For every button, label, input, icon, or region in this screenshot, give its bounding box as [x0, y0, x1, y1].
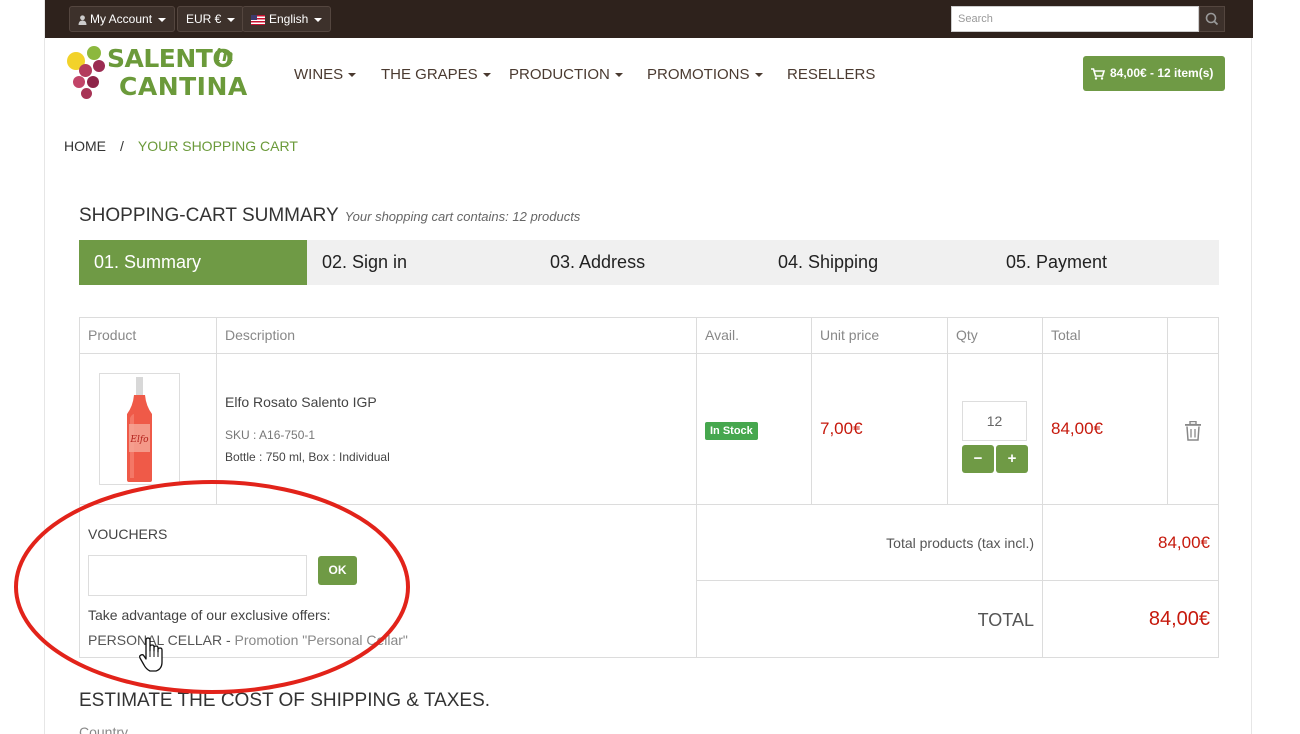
vouchers-heading: VOUCHERS [88, 526, 168, 542]
voucher-code-input[interactable] [88, 555, 307, 596]
column-header-description: Description [225, 327, 296, 343]
nav-item-resellers[interactable]: RESELLERS [787, 64, 875, 86]
cart-count-subtitle: Your shopping cart contains: 12 products [344, 209, 581, 224]
page-title-text: SHOPPING-CART SUMMARY [79, 205, 339, 226]
breadcrumb-home-link[interactable]: HOME [64, 138, 106, 154]
page-title: SHOPPING-CART SUMMARY Your shopping cart … [79, 205, 580, 227]
trash-icon[interactable] [1184, 421, 1202, 441]
product-sku: SKU : A16-750-1 [225, 428, 316, 442]
nav-label: PROMOTIONS [647, 66, 750, 83]
unit-price: 7,00€ [820, 419, 863, 438]
chevron-down-icon [158, 17, 167, 22]
logo-in: in [215, 46, 234, 66]
user-icon [78, 15, 87, 25]
grand-total-label: TOTAL [977, 610, 1034, 630]
offer-description: Promotion "Personal Cellar" [234, 632, 408, 648]
chevron-down-icon [482, 73, 491, 78]
column-header-product: Product [88, 327, 137, 343]
language-label: English [269, 12, 309, 26]
estimate-shipping-heading: ESTIMATE THE COST OF SHIPPING & TAXES. [79, 690, 491, 711]
cart-table: Product Description Avail. Unit price Qt… [79, 317, 1219, 658]
product-thumbnail[interactable]: Elfo [99, 373, 180, 485]
table-divider [696, 318, 697, 658]
step-address[interactable]: 03. Address [535, 240, 763, 285]
cart-summary-label: 84,00€ - 12 item(s) [1110, 66, 1214, 80]
total-products-value: 84,00€ [1158, 533, 1210, 552]
product-name-link[interactable]: Elfo Rosato Salento IGP [225, 394, 377, 410]
currency-label: EUR € [186, 12, 222, 26]
my-account-label: My Account [90, 12, 153, 26]
quantity-increase-button[interactable]: + [996, 445, 1028, 473]
us-flag-icon [251, 14, 265, 25]
step-payment[interactable]: 05. Payment [991, 240, 1219, 285]
grand-total-value: 84,00€ [1148, 608, 1210, 630]
search-input[interactable]: Search [951, 6, 1199, 32]
column-header-total: Total [1051, 327, 1081, 343]
table-divider [80, 353, 1218, 354]
chevron-down-icon [348, 73, 357, 78]
table-divider [1042, 318, 1043, 658]
chevron-down-icon [614, 73, 623, 78]
nav-item-promotions[interactable]: PROMOTIONS [647, 64, 763, 86]
top-bar: My Account EUR € English Search [45, 0, 1253, 38]
step-summary[interactable]: 01. Summary [79, 240, 307, 285]
search-button[interactable] [1199, 6, 1225, 32]
nav-label: RESELLERS [787, 66, 876, 83]
cart-icon [1091, 68, 1106, 80]
column-header-availability: Avail. [705, 327, 739, 343]
quantity-input[interactable]: 12 [962, 401, 1027, 441]
nav-item-production[interactable]: PRODUCTION [509, 64, 623, 86]
breadcrumb: HOME / YOUR SHOPPING CART [64, 137, 298, 155]
availability-badge: In Stock [705, 422, 758, 440]
table-divider [947, 318, 948, 504]
table-divider [1167, 318, 1168, 504]
country-label: Country [79, 724, 129, 734]
column-header-qty: Qty [956, 327, 978, 343]
nav-label: PRODUCTION [509, 66, 610, 83]
nav-item-wines[interactable]: WINES [294, 64, 357, 86]
offer-code[interactable]: PERSONAL CELLAR [88, 632, 222, 648]
svg-text:Elfo: Elfo [129, 435, 149, 445]
table-divider [811, 318, 812, 504]
chevron-down-icon [754, 73, 763, 78]
chevron-down-icon [314, 17, 323, 22]
my-account-dropdown[interactable]: My Account [69, 6, 176, 32]
language-dropdown[interactable]: English [242, 6, 332, 32]
wine-bottle-image: Elfo [127, 377, 152, 482]
step-shipping[interactable]: 04. Shipping [763, 240, 991, 285]
nav-item-the-grapes[interactable]: THE GRAPES [381, 64, 491, 86]
table-divider [697, 580, 1218, 581]
breadcrumb-current: YOUR SHOPPING CART [137, 138, 298, 154]
offer-item[interactable]: PERSONAL CELLAR - Promotion "Personal Ce… [88, 632, 408, 648]
quantity-decrease-button[interactable]: − [962, 445, 994, 473]
search-icon [1205, 12, 1219, 26]
total-products-label: Total products (tax incl.) [886, 535, 1034, 551]
product-attributes: Bottle : 750 ml, Box : Individual [225, 450, 390, 464]
cart-summary-button[interactable]: 84,00€ - 12 item(s) [1083, 56, 1225, 91]
nav-label: THE GRAPES [381, 66, 478, 83]
table-divider [80, 504, 1218, 505]
nav-label: WINES [294, 66, 344, 83]
currency-dropdown[interactable]: EUR € [177, 6, 245, 32]
column-header-unit-price: Unit price [820, 327, 880, 343]
offers-label: Take advantage of our exclusive offers: [88, 607, 331, 623]
checkout-steps: 01. Summary 02. Sign in 03. Address 04. … [79, 240, 1219, 285]
line-total: 84,00€ [1051, 419, 1103, 438]
offer-separator: - [222, 632, 235, 648]
step-sign-in[interactable]: 02. Sign in [307, 240, 535, 285]
table-divider [216, 318, 217, 504]
breadcrumb-separator: / [120, 138, 124, 154]
voucher-ok-button[interactable]: OK [318, 556, 357, 585]
chevron-down-icon [227, 17, 236, 22]
logo-line-2: CANTINA [119, 72, 248, 101]
site-logo[interactable]: SALENTO in CANTINA [65, 42, 248, 104]
page: My Account EUR € English Search SALENTO … [44, 0, 1253, 734]
